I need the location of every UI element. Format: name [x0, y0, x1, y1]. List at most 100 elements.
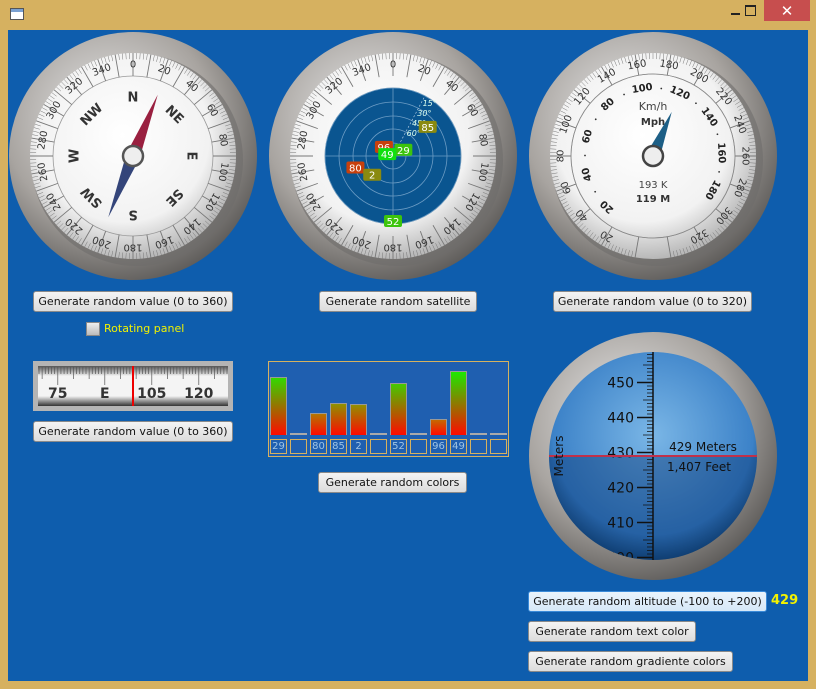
elevation-label: 60°: [407, 129, 421, 138]
satellite-id-label: [410, 439, 427, 454]
signal-bar: [330, 403, 347, 435]
axis-label: Meters: [552, 435, 566, 476]
satellite-marker: 80: [346, 161, 365, 174]
gps-radar-gauge: 0 204060801001201401601802002202402602803…: [269, 32, 517, 280]
signal-bar: [450, 371, 467, 435]
scale-label: 410: [607, 516, 634, 532]
satellite-id-label: [490, 439, 507, 454]
mph-dot: [623, 93, 625, 96]
satellite-marker: 52: [384, 214, 402, 228]
readout-mph: 119 M: [636, 194, 670, 205]
signal-bar: [490, 433, 507, 435]
linear-label: E: [100, 386, 110, 402]
signal-bar: [350, 404, 367, 435]
scale-label: 450: [607, 376, 634, 392]
mph-dot: [594, 118, 597, 121]
mph-label: 160: [715, 142, 727, 163]
readout-kmh: 193 K: [639, 180, 668, 191]
degree-label: 180: [383, 242, 402, 253]
rotating-panel-checkbox[interactable]: [86, 322, 100, 336]
kmh-label: 80: [556, 150, 567, 163]
satellite-id: 49: [381, 150, 394, 161]
speed-random-button[interactable]: Generate random value (0 to 320): [553, 291, 752, 312]
satellite-id: 52: [387, 217, 400, 228]
satellite-marker: 2: [363, 168, 382, 182]
satellite-id: 85: [421, 123, 434, 134]
scale-label: 430: [607, 446, 634, 462]
signal-bar: [390, 382, 407, 435]
satellite-id-label: [290, 439, 307, 454]
needle-hub: [121, 144, 145, 168]
mph-dot: [716, 133, 719, 136]
scale-label: 440: [607, 411, 634, 427]
speedometer-gauge: 20406080100120140160 18020022024026028030…: [529, 32, 777, 280]
degree-label: 80: [476, 133, 489, 147]
linear-label: 120: [184, 386, 213, 402]
random-text-color-button[interactable]: Generate random text color: [528, 621, 696, 642]
signal-bar: [430, 418, 447, 435]
maximize-button[interactable]: [735, 0, 765, 21]
degree-label: 180: [123, 242, 142, 253]
signal-bar: [370, 433, 387, 435]
satellite-id-label: 96: [430, 439, 447, 454]
linear-label: 105: [137, 386, 166, 402]
random-colors-button[interactable]: Generate random colors: [318, 472, 467, 493]
random-satellite-button[interactable]: Generate random satellite: [319, 291, 477, 312]
satellite-id-label: 85: [330, 439, 347, 454]
app-icon: [10, 8, 24, 20]
degree-label: 0: [130, 60, 136, 71]
unit-mph: Mph: [641, 117, 665, 128]
needle-hub: [641, 144, 665, 168]
satellite-id-label: 29: [270, 439, 287, 454]
cardinal-label: S: [128, 207, 137, 222]
satellite-id: 29: [397, 146, 410, 157]
linear-compass: 75 E 105 120: [33, 361, 233, 411]
unit-kmh: Km/h: [639, 100, 668, 113]
scale-label: 420: [607, 481, 634, 497]
readout-meters: 429 Meters: [669, 440, 737, 454]
satellite-id: 80: [349, 163, 362, 174]
main-panel: 0 20 40 60 80 100 120 140 160 180 200 220 240 260 280 3…: [8, 30, 808, 681]
mph-dot: [660, 87, 663, 90]
mph-dot: [695, 102, 697, 105]
elevation-label: 30°: [417, 109, 431, 118]
signal-bar: [290, 433, 307, 435]
cardinal-label: E: [184, 152, 199, 161]
mph-dot: [718, 171, 721, 173]
satellite-marker: 85: [418, 120, 437, 134]
satellite-id-label: 49: [450, 439, 467, 454]
compass-gauge: 0 204060801001201401601802002202402602803…: [9, 32, 257, 280]
signal-bar: [270, 377, 287, 435]
degree-label: 0: [390, 60, 396, 71]
signal-bar: [470, 433, 487, 435]
linear-label: 75: [48, 386, 67, 402]
altitude-value: 429: [771, 593, 799, 608]
linear-compass-random-button[interactable]: Generate random value (0 to 360): [33, 421, 233, 442]
satellite-id: 2: [369, 171, 375, 182]
random-gradient-colors-button[interactable]: Generate random gradiente colors: [528, 651, 733, 672]
signal-strength-bars: 29 80 85 2 52 96 49: [268, 361, 509, 457]
satellite-id-label: 52: [390, 439, 407, 454]
satellite-marker: 49: [378, 148, 397, 161]
mph-dot: [584, 154, 586, 157]
rotating-panel-label: Rotating panel: [104, 322, 185, 335]
satellite-marker: 29: [394, 143, 413, 157]
cardinal-label: W: [68, 149, 83, 163]
altimeter-gauge: 400410420430440450460Meters429 Meters1,4…: [529, 332, 777, 580]
satellite-id-label: 80: [310, 439, 327, 454]
signal-bar: [310, 413, 327, 435]
title-bar: ✕: [0, 0, 816, 30]
signal-bar: [410, 433, 427, 435]
satellite-id-label: [370, 439, 387, 454]
mph-dot: [594, 190, 597, 193]
elevation-label: 15°: [423, 99, 437, 108]
cardinal-label: N: [128, 91, 139, 106]
close-button[interactable]: ✕: [764, 0, 810, 21]
compass-random-button[interactable]: Generate random value (0 to 360): [33, 291, 233, 312]
kmh-label: 260: [740, 146, 751, 165]
degree-label: 80: [216, 133, 229, 147]
random-altitude-button[interactable]: Generate random altitude (-100 to +200): [528, 591, 767, 612]
satellite-id-label: [470, 439, 487, 454]
readout-feet: 1,407 Feet: [667, 460, 731, 474]
satellite-id-label: 2: [350, 439, 367, 454]
